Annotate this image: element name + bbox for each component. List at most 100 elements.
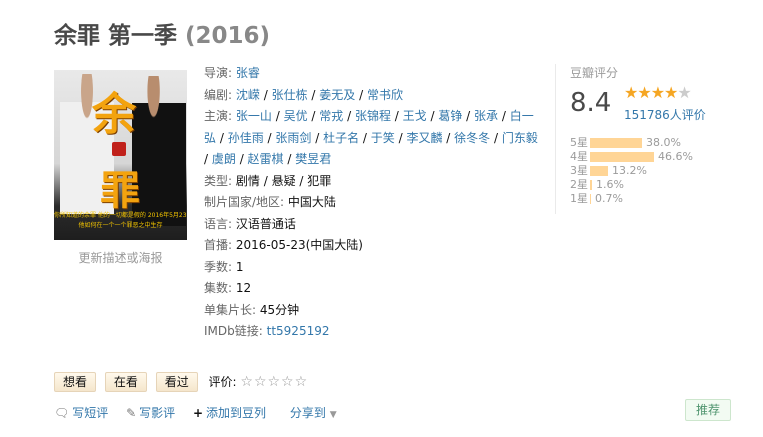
share-link[interactable]: 分享到 ▼ xyxy=(290,406,337,420)
add-to-list-link[interactable]: + 添加到豆列 xyxy=(193,406,266,420)
distribution-bar xyxy=(590,194,591,204)
separator: / xyxy=(359,130,371,145)
star-filled-icon: ★ xyxy=(624,83,638,102)
rating-panel: 豆瓣评分 8.4 ★★★★★ 151786人评价 5星 38.0% 4星 46.6% 3… xyxy=(555,64,750,214)
star-empty-icon: ★ xyxy=(677,83,691,102)
genre-item: 悬疑 xyxy=(271,173,296,188)
writer-item[interactable]: 张仕栋 xyxy=(272,88,308,102)
runtime-label: 单集片长: xyxy=(204,302,257,317)
separator: / xyxy=(235,152,248,166)
star-filled-icon: ★ xyxy=(664,83,678,102)
rate-stars-input[interactable]: ☆☆☆☆☆ xyxy=(240,374,308,390)
distribution-row: 5星 38.0% xyxy=(570,136,693,150)
rating-stars-icon: ★★★★★ xyxy=(624,83,692,102)
separator: / xyxy=(216,130,228,145)
episodes-row: 集数: 12 xyxy=(204,278,544,300)
cast-item[interactable]: 门东毅 xyxy=(502,131,538,145)
director-list: 张睿 xyxy=(236,66,260,80)
premiere-label: 首播: xyxy=(204,238,233,252)
separator: / xyxy=(462,109,474,123)
distribution-bar xyxy=(590,166,608,176)
separator: / xyxy=(390,109,403,123)
separator: / xyxy=(263,130,276,145)
cast-item[interactable]: 张承 xyxy=(474,109,498,123)
watched-button[interactable]: 看过 xyxy=(155,372,198,392)
speech-bubble-icon: 🗨︎ xyxy=(54,406,70,420)
cast-item[interactable]: 徐冬冬 xyxy=(454,131,490,145)
cast-item[interactable]: 葛铮 xyxy=(438,109,462,123)
chevron-down-icon: ▼ xyxy=(329,410,337,420)
bottom-links: 🗨︎ 写短评 ✎ 写影评 + 添加到豆列 分享到 ▼ xyxy=(54,404,351,421)
distribution-percent: 0.7% xyxy=(595,192,623,205)
poster-figure-right xyxy=(132,76,186,226)
watching-button[interactable]: 在看 xyxy=(104,372,147,392)
distribution-level: 4星 xyxy=(570,150,588,163)
distribution-row: 1星 0.7% xyxy=(570,192,693,206)
cast-item[interactable]: 李又麟 xyxy=(406,131,442,145)
episodes-value: 12 xyxy=(235,281,252,295)
separator: / xyxy=(343,109,355,123)
write-short-review-link[interactable]: 🗨︎ 写短评 xyxy=(54,406,108,420)
cast-label: 主演: xyxy=(204,109,233,123)
separator: / xyxy=(394,130,407,145)
cast-item[interactable]: 杜子名 xyxy=(323,131,359,145)
page-title: 余罪 第一季 (2016) xyxy=(54,16,270,50)
cast-item[interactable]: 常戎 xyxy=(319,109,343,123)
distribution-percent: 1.6% xyxy=(596,178,624,191)
premiere-value: 2016-05-23(中国大陆) xyxy=(235,238,363,252)
rating-count-link[interactable]: 151786人评价 xyxy=(624,106,706,123)
writer-list: 沈嵘 / 张仕栋 / 姜无及 / 常书欣 xyxy=(236,88,403,102)
info-panel: 导演: 张睿 编剧: 沈嵘 / 张仕栋 / 姜无及 / 常书欣 主演: 张一山 … xyxy=(204,63,544,343)
write-short-review-label: 写短评 xyxy=(72,406,109,420)
writer-label: 编剧: xyxy=(204,87,233,102)
separator: / xyxy=(311,130,324,145)
seasons-row: 季数: 1 xyxy=(204,257,544,279)
separator: / xyxy=(355,87,367,102)
distribution-row: 2星 1.6% xyxy=(570,178,693,192)
separator: / xyxy=(442,130,455,145)
separator: / xyxy=(271,109,284,123)
separator: / xyxy=(426,109,439,123)
episodes-label: 集数: xyxy=(204,281,233,295)
cast-item[interactable]: 樊昱君 xyxy=(295,152,331,166)
write-review-link[interactable]: ✎ 写影评 xyxy=(126,406,175,420)
distribution-bar xyxy=(590,152,654,162)
title-year: (2016) xyxy=(185,23,271,49)
seasons-value: 1 xyxy=(235,259,244,274)
cast-item[interactable]: 虞朗 xyxy=(212,152,236,166)
rating-label: 豆瓣评分 xyxy=(570,66,619,80)
cast-item[interactable]: 赵雷棋 xyxy=(248,152,284,166)
distribution-bar xyxy=(590,180,592,190)
cast-item[interactable]: 张锦程 xyxy=(355,109,391,123)
imdb-link[interactable]: tt5925192 xyxy=(267,324,330,338)
distribution-percent: 13.2% xyxy=(612,164,647,177)
premiere-row: 首播: 2016-05-23(中国大陆) xyxy=(204,235,544,257)
director-row: 导演: 张睿 xyxy=(204,63,544,85)
distribution-level: 2星 xyxy=(570,178,588,191)
distribution-row: 4星 46.6% xyxy=(570,150,693,164)
want-to-watch-button[interactable]: 想看 xyxy=(54,372,97,392)
cast-item[interactable]: 于笑 xyxy=(371,131,395,145)
cast-item[interactable]: 张雨剑 xyxy=(275,131,311,145)
cast-item[interactable]: 吴优 xyxy=(284,109,308,123)
cast-row: 主演: 张一山 / 吴优 / 常戎 / 张锦程 / 王戈 / 葛铮 / 张承 /… xyxy=(204,106,544,171)
director-item[interactable]: 张睿 xyxy=(236,66,260,80)
cast-item[interactable]: 张一山 xyxy=(236,109,272,123)
distribution-bar xyxy=(590,138,642,148)
writer-item[interactable]: 姜无及 xyxy=(319,88,355,102)
writer-row: 编剧: 沈嵘 / 张仕栋 / 姜无及 / 常书欣 xyxy=(204,85,544,107)
writer-item[interactable]: 常书欣 xyxy=(367,88,403,102)
separator: / xyxy=(307,87,320,102)
cast-item[interactable]: 王戈 xyxy=(403,109,427,123)
poster-strip-line2: 他如何在一个一个罪恶之中生存 xyxy=(78,222,163,229)
update-poster-link[interactable]: 更新描述或海报 xyxy=(54,249,187,266)
separator: / xyxy=(498,109,510,123)
poster-strip-line1: 你所知道的余罪 他的一切都是假的 2016年5月23日 xyxy=(54,212,187,219)
cast-item[interactable]: 孙佳雨 xyxy=(228,131,264,145)
poster-title-glyph-top: 余 xyxy=(92,89,136,140)
poster-image[interactable]: 余 罪 你所知道的余罪 他的一切都是假的 2016年5月23日 他如何在一个一个… xyxy=(54,70,187,240)
recommend-button[interactable]: 推荐 xyxy=(685,399,731,421)
writer-item[interactable]: 沈嵘 xyxy=(236,88,260,102)
country-label: 制片国家/地区: xyxy=(204,195,285,209)
distribution-row: 3星 13.2% xyxy=(570,164,693,178)
